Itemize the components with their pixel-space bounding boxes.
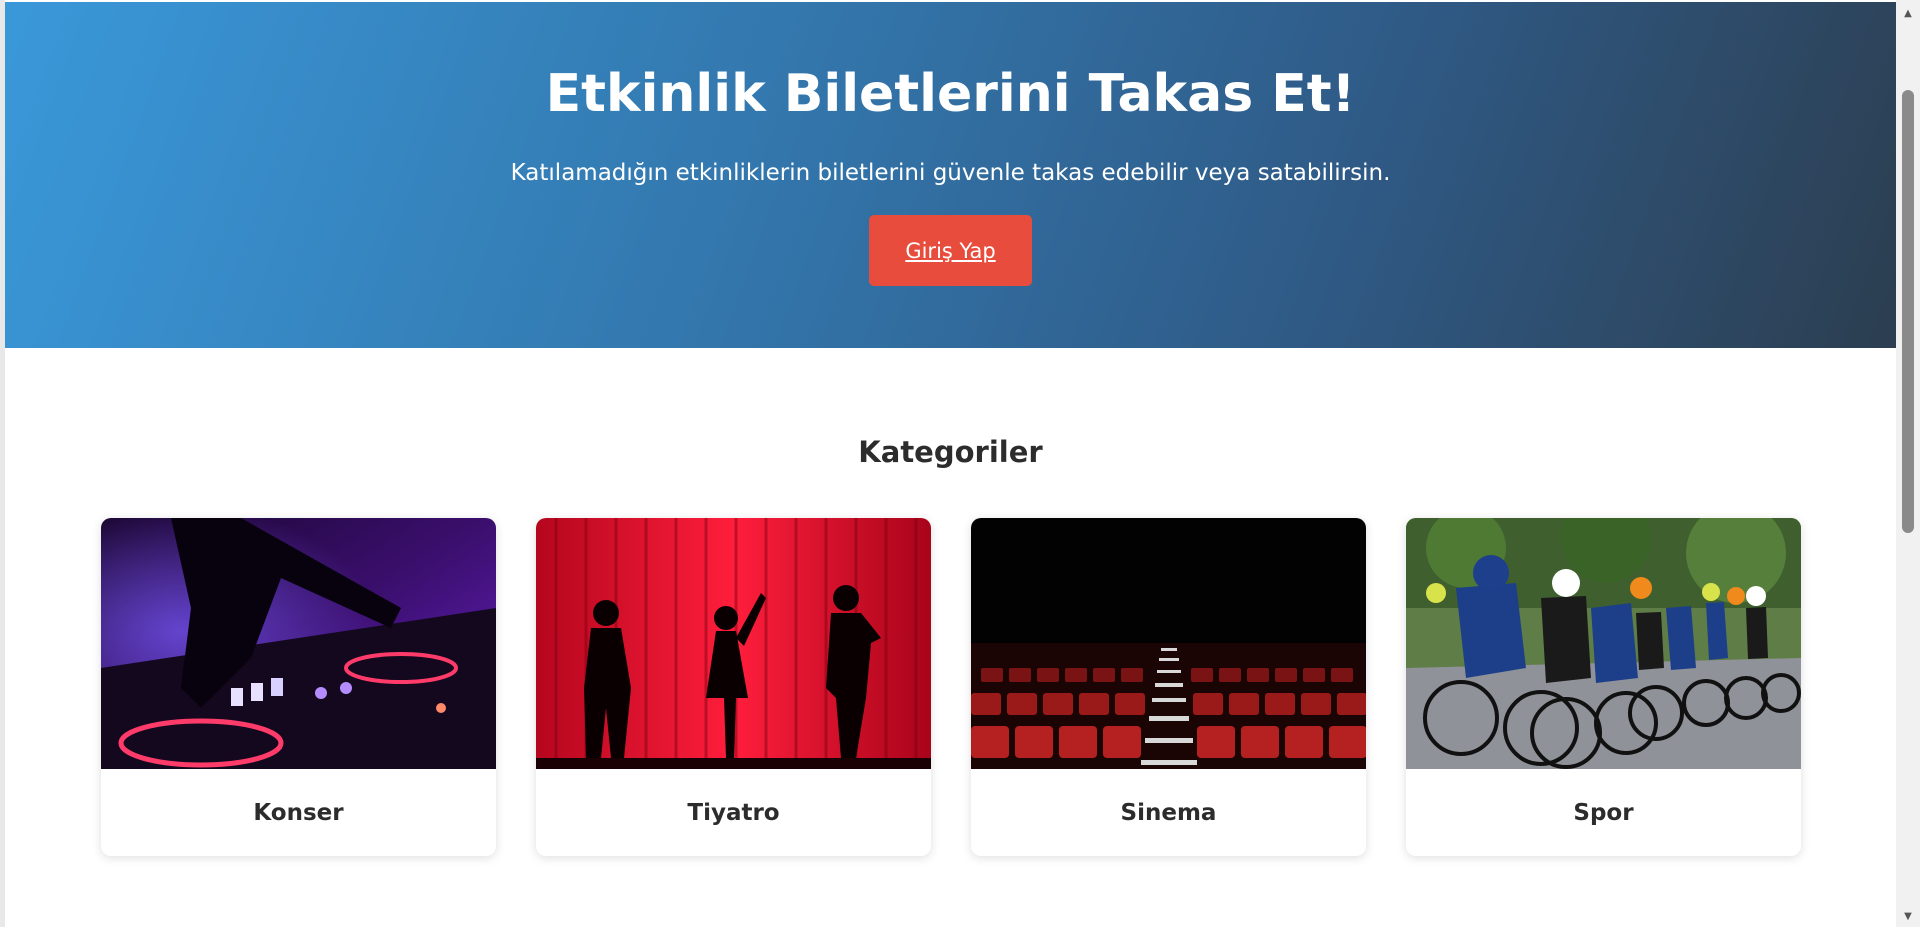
login-button[interactable]: Giriş Yap (869, 215, 1032, 286)
category-label: Konser (253, 799, 344, 826)
categories-title: Kategoriler (858, 435, 1043, 469)
dj-mixer-photo (101, 518, 496, 769)
hero-subtitle: Katılamadığın etkinliklerin biletlerini … (510, 160, 1391, 186)
browser-viewport: Etkinlik Biletlerini Takas Et! Katılamad… (0, 0, 1920, 927)
category-label: Tiyatro (687, 799, 780, 826)
category-card-sinema[interactable]: Sinema (971, 518, 1366, 856)
category-card-spor[interactable]: Spor (1406, 518, 1801, 856)
vertical-scrollbar[interactable]: ▲ ▼ (1896, 0, 1920, 927)
cyclists-race-photo (1406, 518, 1801, 769)
category-label: Sinema (1120, 799, 1217, 826)
cinema-seats-photo (971, 518, 1366, 769)
theatre-silhouettes-photo (536, 518, 931, 769)
scroll-up-arrow-icon[interactable]: ▲ (1896, 4, 1920, 22)
scrollbar-thumb[interactable] (1902, 90, 1914, 533)
category-card-tiyatro[interactable]: Tiyatro (536, 518, 931, 856)
scroll-down-arrow-icon[interactable]: ▼ (1896, 907, 1920, 925)
category-label: Spor (1573, 799, 1634, 826)
hero-banner: Etkinlik Biletlerini Takas Et! Katılamad… (5, 2, 1896, 348)
hero-title: Etkinlik Biletlerini Takas Et! (545, 64, 1356, 124)
page: Etkinlik Biletlerini Takas Et! Katılamad… (5, 2, 1896, 927)
category-card-konser[interactable]: Konser (101, 518, 496, 856)
